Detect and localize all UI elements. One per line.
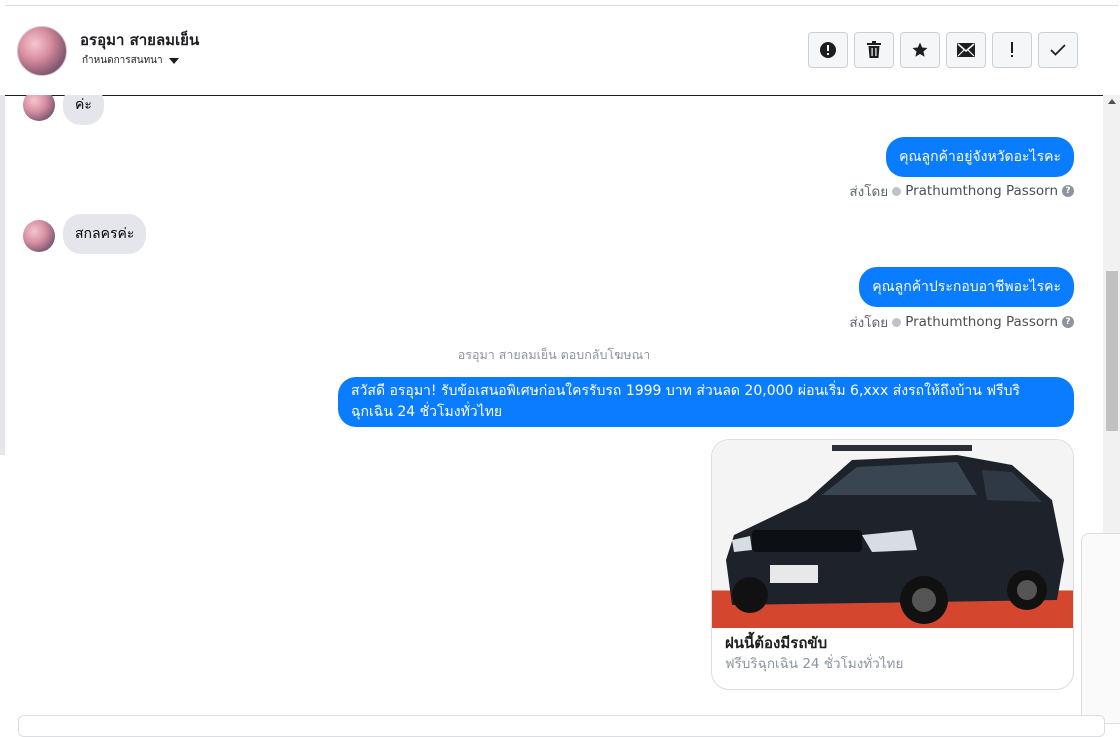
contact-avatar-small[interactable]	[23, 220, 55, 252]
checkmark-icon	[1050, 44, 1066, 56]
sent-by-label: ส่งโดย	[849, 184, 889, 200]
exclamation-circle-icon	[820, 42, 836, 58]
mark-spam-button[interactable]	[808, 32, 848, 68]
help-icon[interactable]: ?	[1062, 316, 1074, 328]
mark-done-button[interactable]	[1038, 32, 1078, 68]
message-composer[interactable]	[18, 715, 1105, 737]
message-thread[interactable]: ค่ะ คุณลูกค้าอยู่จังหวัดอะไรคะ ส่งโดย Pr…	[5, 95, 1103, 722]
star-button[interactable]	[900, 32, 940, 68]
conversation-settings-label: กำหนดการสนทนา	[82, 55, 163, 66]
outgoing-message: คุณลูกค้าประกอบอาชีพอะไรคะ	[859, 267, 1074, 307]
conversation-header: อรอุมา สายลมเย็น กำหนดการสนทนา	[5, 5, 1118, 96]
sender-name[interactable]: Prathumthong Passorn	[905, 314, 1058, 330]
sent-by-label: ส่งโดย	[849, 315, 889, 331]
verified-dot-icon	[892, 186, 902, 196]
star-icon	[912, 42, 928, 57]
conversation-settings-dropdown[interactable]: กำหนดการสนทนา	[82, 53, 179, 68]
help-icon[interactable]: ?	[1062, 185, 1074, 197]
verified-dot-icon	[892, 317, 902, 327]
incoming-message: สกลครค่ะ	[63, 214, 147, 254]
pickup-truck-image	[712, 440, 1073, 624]
ad-card[interactable]: ฝนนี้ต้องมีรถขับ ฟรีบริฉุกเฉิน 24 ชั่วโม…	[711, 439, 1074, 690]
follow-up-button[interactable]	[992, 32, 1032, 68]
sender-name[interactable]: Prathumthong Passorn	[905, 183, 1058, 199]
outgoing-ad-message: สวัสดี อรอุมา! รับข้อเสนอพิเศษก่อนใครรับ…	[338, 377, 1074, 427]
conversation-toolbar	[808, 32, 1078, 68]
ad-card-image	[712, 440, 1073, 628]
contact-avatar-small[interactable]	[23, 95, 55, 121]
sent-by-info: ส่งโดย Prathumthong Passorn ?	[849, 311, 1074, 333]
contact-avatar[interactable]	[17, 26, 67, 76]
side-panel-tab[interactable]	[1081, 533, 1120, 724]
mark-unread-button[interactable]	[946, 32, 986, 68]
scroll-up-arrow-icon[interactable]	[1108, 99, 1116, 104]
exclamation-icon	[1011, 42, 1013, 57]
contact-name[interactable]: อรอุมา สายลมเย็น	[80, 28, 199, 52]
outgoing-message: คุณลูกค้าอยู่จังหวัดอะไรคะ	[886, 137, 1074, 177]
caret-down-icon	[168, 57, 179, 64]
scrollbar-thumb[interactable]	[1106, 271, 1118, 431]
ad-card-subtitle: ฟรีบริฉุกเฉิน 24 ชั่วโมงทั่วไทย	[725, 656, 904, 672]
incoming-message: ค่ะ	[63, 95, 104, 125]
ad-reply-notice: อรอุมา สายลมเย็น ตอบกลับโฆษณา	[457, 347, 651, 362]
delete-button[interactable]	[854, 32, 894, 68]
sent-by-info: ส่งโดย Prathumthong Passorn ?	[849, 180, 1074, 202]
envelope-icon	[957, 43, 975, 57]
trash-icon	[867, 41, 881, 58]
